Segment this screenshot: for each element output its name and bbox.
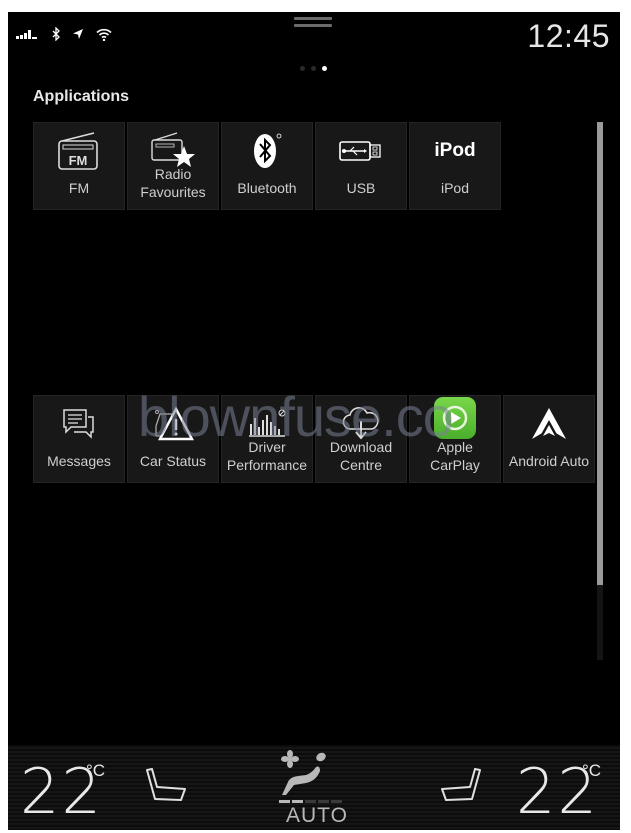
- app-label: iPod: [440, 180, 470, 196]
- driver-performance-icon: [249, 409, 286, 437]
- page-dot-1[interactable]: [300, 66, 305, 71]
- app-tile-messages[interactable]: Messages: [33, 395, 125, 483]
- app-label: Car Status: [139, 453, 207, 469]
- bluetooth-icon: [52, 27, 60, 41]
- fan-level-segment: [279, 800, 290, 803]
- climate-bar: 22 °C AUTO 22 °C: [8, 745, 620, 830]
- status-icons: [16, 24, 112, 44]
- page-indicator: [300, 66, 327, 71]
- app-tile-apple-carplay[interactable]: Apple CarPlay: [409, 395, 501, 483]
- scrollbar-track[interactable]: [597, 122, 603, 660]
- app-label: Radio Favourites: [140, 166, 206, 200]
- app-tile-driver-performance[interactable]: Driver Performance: [221, 395, 313, 483]
- page-dot-3-active[interactable]: [322, 66, 327, 71]
- infotainment-screen: 12:45 Applications FM FM Radio Favourite…: [8, 12, 620, 830]
- app-label: Download Centre: [329, 439, 393, 473]
- messages-icon: [63, 409, 94, 439]
- driver-seat-heating-icon[interactable]: [143, 767, 189, 803]
- app-label: FM: [68, 180, 90, 196]
- app-label: Apple CarPlay: [430, 439, 480, 473]
- fan-level-indicator: [279, 800, 342, 803]
- section-title: Applications: [33, 88, 130, 105]
- app-tile-android-auto[interactable]: Android Auto: [503, 395, 595, 483]
- app-tile-bluetooth[interactable]: Bluetooth: [221, 122, 313, 210]
- bluetooth-icon: [254, 133, 282, 168]
- fm-radio-icon: FM: [58, 132, 98, 170]
- fan-level-segment: [331, 800, 342, 803]
- signal-strength-icon: [16, 30, 37, 39]
- app-tile-fm[interactable]: FM FM: [33, 122, 125, 210]
- wifi-icon: [96, 28, 112, 41]
- app-tile-car-status[interactable]: Car Status: [127, 395, 219, 483]
- app-tile-ipod[interactable]: iPod iPod: [409, 122, 501, 210]
- driver-temperature-unit: °C: [86, 761, 106, 780]
- app-label: Messages: [47, 453, 111, 469]
- android-auto-icon: [532, 408, 566, 439]
- location-arrow-icon: [73, 29, 83, 39]
- app-tile-download-centre[interactable]: Download Centre: [315, 395, 407, 483]
- ipod-icon: iPod: [434, 140, 476, 161]
- app-grid-row-2: Messages Car Status Driver Performance D…: [33, 395, 595, 483]
- fan-level-segment: [292, 800, 303, 803]
- app-tile-radio-favourites[interactable]: Radio Favourites: [127, 122, 219, 210]
- car-status-warning-icon: [155, 406, 194, 441]
- fan-level-segment: [305, 800, 316, 803]
- carplay-icon: [434, 397, 476, 439]
- app-label: USB: [346, 180, 376, 196]
- fan-level-segment: [318, 800, 329, 803]
- fan-seat-icon: [281, 750, 326, 795]
- app-label: Bluetooth: [237, 180, 297, 196]
- passenger-seat-heating-icon[interactable]: [438, 767, 484, 803]
- app-label: Android Auto: [508, 453, 590, 469]
- app-label: Driver Performance: [226, 439, 308, 473]
- page-dot-2[interactable]: [311, 66, 316, 71]
- passenger-temperature-unit: °C: [582, 761, 602, 780]
- app-grid-row-1: FM FM Radio Favourites Bluetooth USB iPo…: [33, 122, 501, 210]
- climate-fan-control[interactable]: AUTO: [276, 749, 348, 827]
- fan-mode-label: AUTO: [286, 804, 348, 827]
- usb-icon: [339, 141, 381, 161]
- app-tile-usb[interactable]: USB: [315, 122, 407, 210]
- pull-down-handle[interactable]: [294, 17, 332, 27]
- cloud-download-icon: [342, 407, 379, 440]
- clock: 12:45: [527, 18, 610, 54]
- svg-text:FM: FM: [69, 153, 88, 168]
- scrollbar-thumb[interactable]: [597, 122, 603, 585]
